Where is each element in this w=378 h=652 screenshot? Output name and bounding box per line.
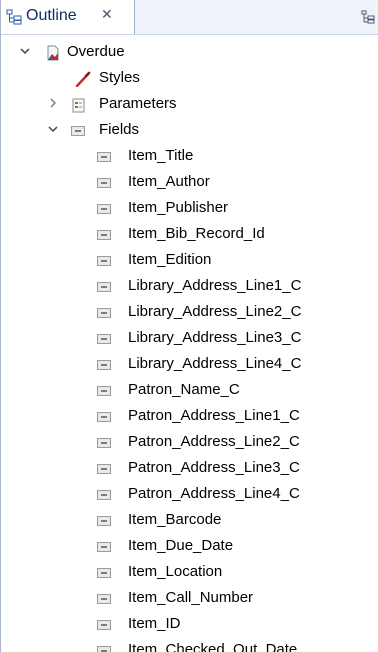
field-icon (97, 175, 113, 191)
tree-item-label: Item_Title (128, 147, 194, 164)
tree-item-field[interactable]: Patron_Address_Line2_C (1, 430, 378, 456)
tree-item-parameters[interactable]: Parameters (1, 92, 378, 118)
tree-item-field[interactable]: Patron_Address_Line3_C (1, 456, 378, 482)
field-icon (97, 487, 113, 503)
field-icon (97, 305, 113, 321)
chevron-down-icon[interactable] (47, 123, 59, 135)
outline-view: Outline ✕ Overdue Styles Parameters Fiel… (0, 0, 378, 652)
field-icon (97, 643, 113, 652)
view-tab-strip: Outline ✕ (1, 0, 378, 35)
tree-item-label: Library_Address_Line3_C (128, 329, 302, 346)
tree-item-label: Parameters (99, 95, 177, 112)
outline-tree: Overdue Styles Parameters Fields Item_Ti… (1, 36, 378, 652)
tree-item-label: Patron_Address_Line4_C (128, 485, 300, 502)
chevron-down-icon[interactable] (19, 45, 31, 57)
tree-item-field[interactable]: Item_Call_Number (1, 586, 378, 612)
tree-item-label: Patron_Address_Line2_C (128, 433, 300, 450)
tree-item-fields[interactable]: Fields (1, 118, 378, 144)
tree-item-label: Item_Author (128, 173, 210, 190)
field-icon (97, 565, 113, 581)
tree-item-label: Styles (99, 69, 140, 86)
field-icon (97, 227, 113, 243)
tree-item-field[interactable]: Item_Author (1, 170, 378, 196)
tree-item-label: Item_Publisher (128, 199, 229, 216)
field-icon (97, 513, 113, 529)
outline-icon (6, 9, 22, 25)
field-icon (97, 201, 113, 217)
field-icon (97, 539, 113, 555)
tree-item-label: Item_Location (128, 563, 223, 580)
tree-item-label: Item_Edition (128, 251, 212, 268)
tree-item-label: Item_Due_Date (128, 537, 234, 554)
tree-item-field[interactable]: Item_Title (1, 144, 378, 170)
tree-item-field[interactable]: Item_Location (1, 560, 378, 586)
tab-outline-label: Outline (26, 7, 77, 24)
field-icon (97, 617, 113, 633)
field-icon (71, 123, 87, 139)
tree-item-field[interactable]: Item_Due_Date (1, 534, 378, 560)
tree-item-label: Patron_Address_Line3_C (128, 459, 300, 476)
tree-item-field[interactable]: Item_ID (1, 612, 378, 638)
tree-item-label: Item_Checked_Out_Date (128, 641, 298, 652)
tree-item-field[interactable]: Library_Address_Line4_C (1, 352, 378, 378)
tree-item-label: Patron_Name_C (128, 381, 240, 398)
tree-item-overdue[interactable]: Overdue (1, 40, 378, 66)
tree-item-field[interactable]: Patron_Name_C (1, 378, 378, 404)
field-icon (97, 383, 113, 399)
close-icon[interactable]: ✕ (101, 6, 113, 23)
field-icon (97, 435, 113, 451)
brush-icon (75, 71, 91, 87)
tree-item-label: Item_Barcode (128, 511, 222, 528)
tree-item-label: Fields (99, 121, 140, 138)
parameters-icon (72, 98, 85, 113)
tree-item-field[interactable]: Item_Barcode (1, 508, 378, 534)
tree-item-styles[interactable]: Styles (1, 66, 378, 92)
tree-item-label: Library_Address_Line2_C (128, 303, 302, 320)
field-icon (97, 461, 113, 477)
tree-item-label: Item_Call_Number (128, 589, 254, 606)
view-menu-icon[interactable] (361, 10, 375, 24)
tree-item-field[interactable]: Item_Bib_Record_Id (1, 222, 378, 248)
field-icon (97, 409, 113, 425)
tree-item-field[interactable]: Library_Address_Line2_C (1, 300, 378, 326)
field-icon (97, 149, 113, 165)
field-icon (97, 331, 113, 347)
tree-item-field[interactable]: Patron_Address_Line1_C (1, 404, 378, 430)
tab-outline[interactable]: Outline ✕ (1, 0, 135, 34)
tree-item-label: Item_ID (128, 615, 181, 632)
tree-item-field[interactable]: Item_Publisher (1, 196, 378, 222)
chevron-right-icon[interactable] (47, 97, 59, 109)
tree-item-field[interactable]: Library_Address_Line3_C (1, 326, 378, 352)
tree-item-field[interactable]: Item_Edition (1, 248, 378, 274)
tree-item-label: Item_Bib_Record_Id (128, 225, 265, 242)
field-icon (97, 279, 113, 295)
tree-item-field[interactable]: Item_Checked_Out_Date (1, 638, 378, 652)
field-icon (97, 591, 113, 607)
report-icon (47, 45, 59, 61)
tree-item-label: Patron_Address_Line1_C (128, 407, 300, 424)
tree-item-label: Overdue (67, 43, 125, 60)
tree-item-field[interactable]: Patron_Address_Line4_C (1, 482, 378, 508)
field-icon (97, 357, 113, 373)
tree-item-field[interactable]: Library_Address_Line1_C (1, 274, 378, 300)
tree-item-label: Library_Address_Line4_C (128, 355, 302, 372)
field-icon (97, 253, 113, 269)
tree-item-label: Library_Address_Line1_C (128, 277, 302, 294)
